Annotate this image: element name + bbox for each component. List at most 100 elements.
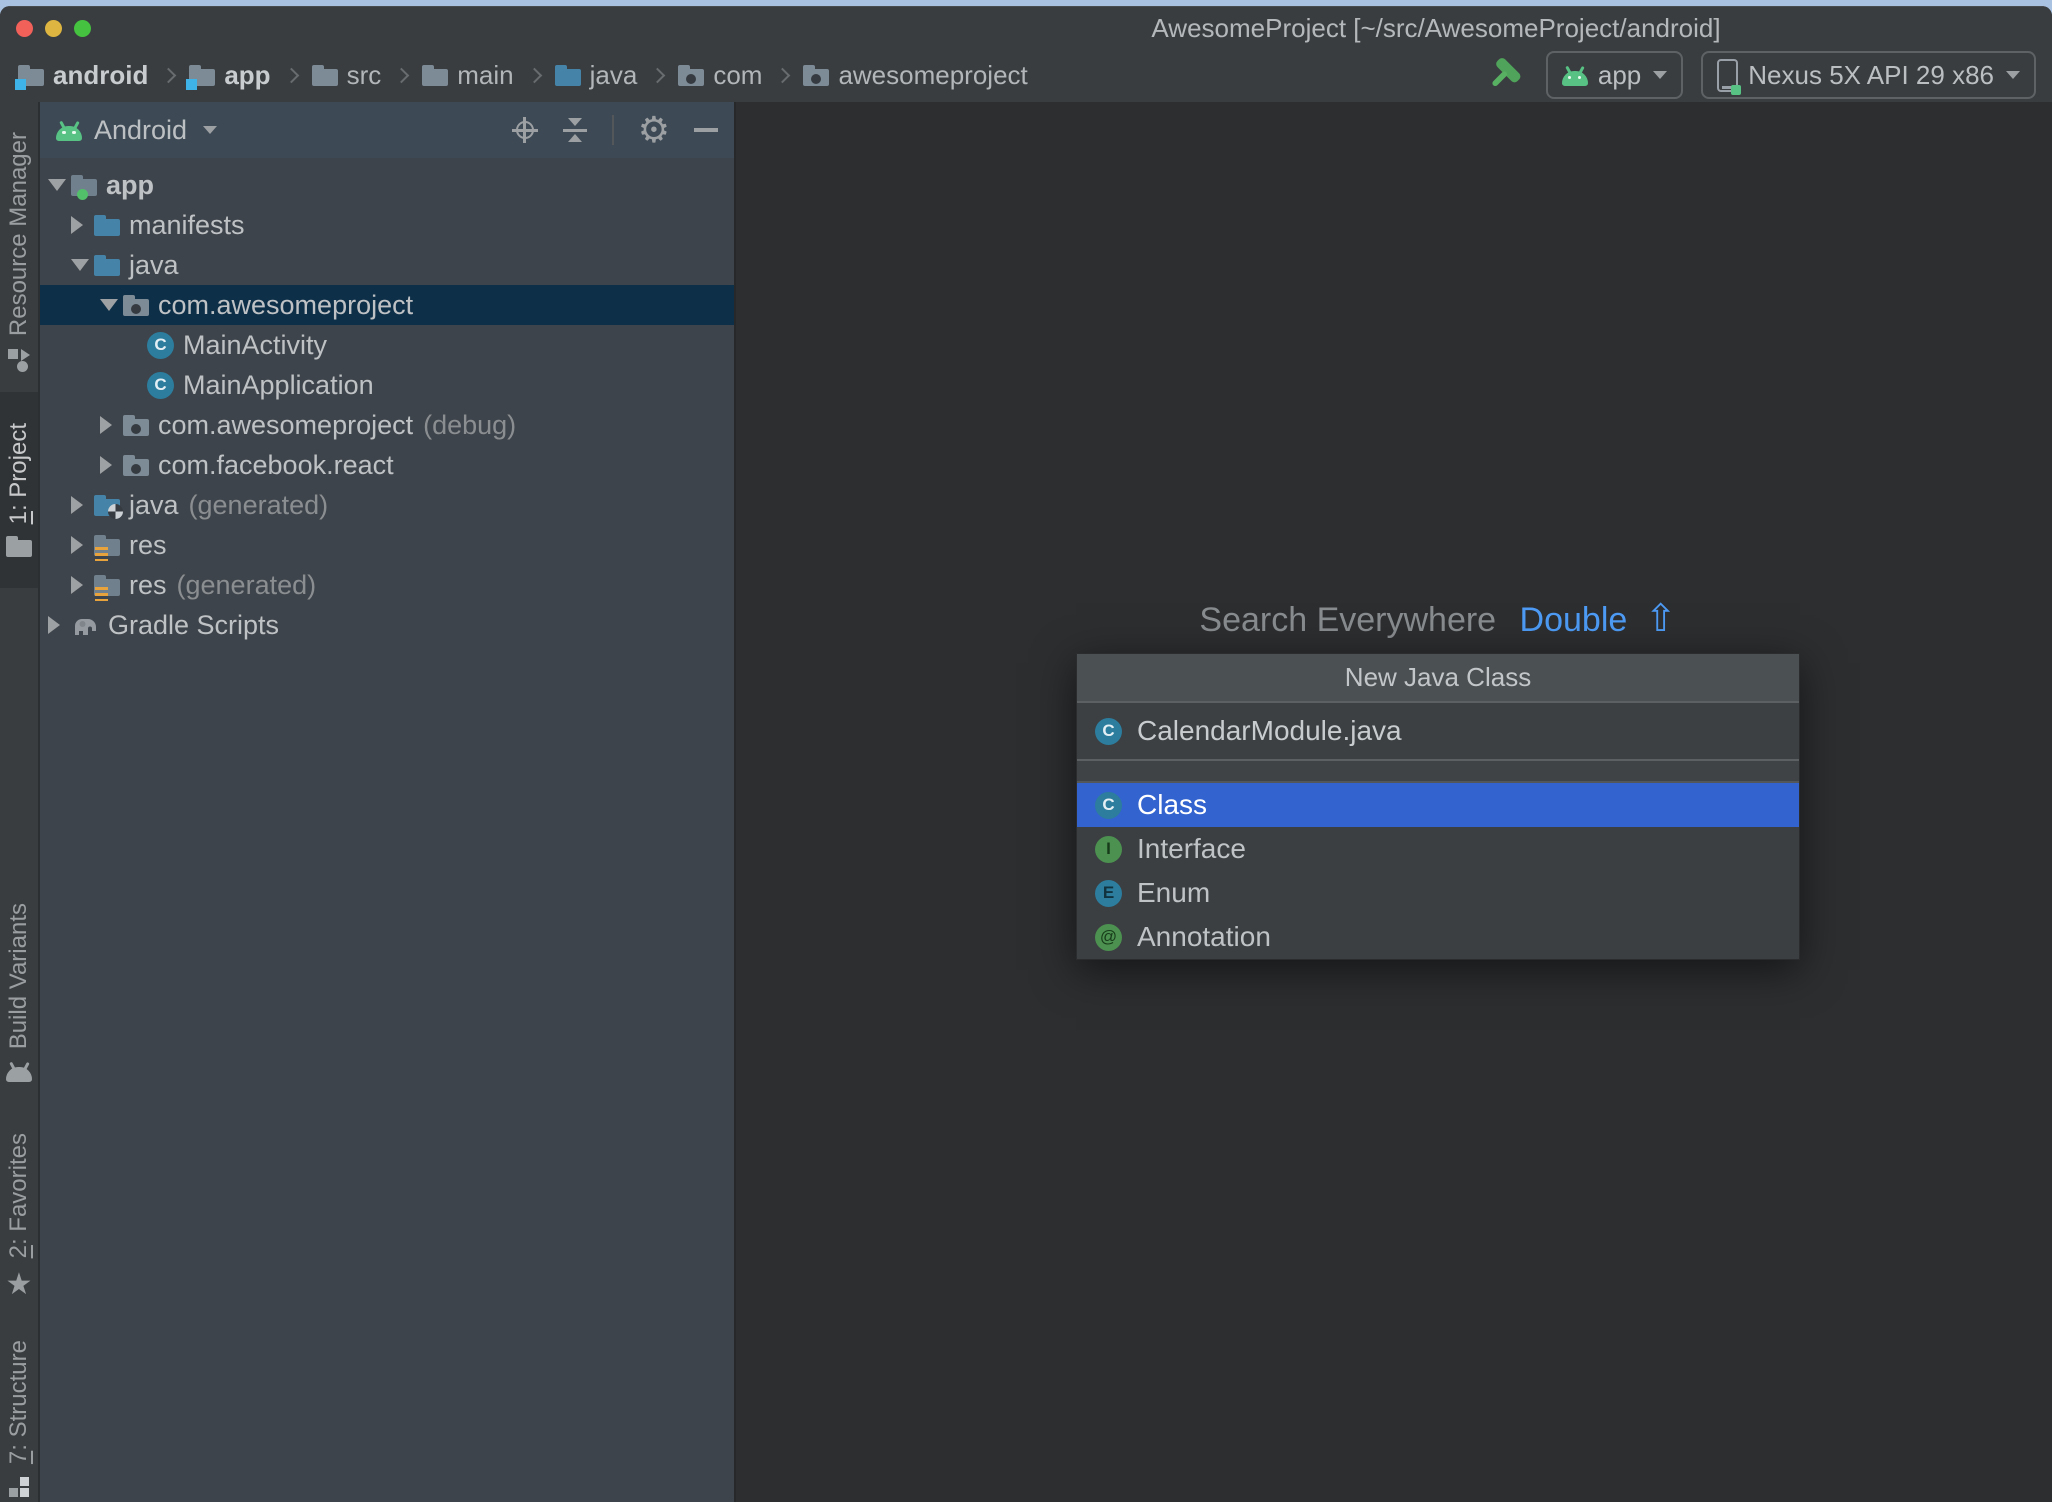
zoom-window-button[interactable]: [74, 19, 91, 37]
class-name-input[interactable]: CalendarModule.java: [1077, 703, 1799, 761]
device-label: Nexus 5X API 29 x86: [1748, 59, 1994, 90]
package-icon: [123, 454, 149, 476]
breadcrumb-item-src[interactable]: src: [311, 60, 381, 91]
search-everywhere-hint: Search Everywhere Double ⇧: [1076, 596, 1800, 641]
option-interface[interactable]: Interface: [1077, 827, 1799, 871]
generated-source-folder-icon: [94, 494, 123, 519]
chevron-expanded-icon[interactable]: [71, 253, 94, 277]
gear-icon[interactable]: ⚙: [638, 112, 670, 148]
tree-item-mainapplication[interactable]: MainApplication: [40, 365, 734, 405]
res-folder-icon: [94, 534, 120, 561]
tool-button-favorites[interactable]: 2: Favorites ★: [0, 1112, 38, 1300]
locate-file-icon[interactable]: [511, 117, 538, 143]
folder-icon: [94, 214, 120, 236]
chevron-collapsed-icon[interactable]: [71, 213, 94, 237]
tree-item-com-awesomeproject-debug[interactable]: com.awesomeproject (debug): [40, 405, 734, 445]
chevron-collapsed-icon[interactable]: [71, 573, 94, 597]
package-icon: [123, 414, 149, 436]
run-configuration-selector[interactable]: app: [1545, 51, 1684, 99]
breadcrumb-item-main[interactable]: main: [422, 60, 514, 91]
breadcrumb: android app src main java com awesomepro…: [0, 60, 1028, 91]
title-bar: AwesomeProject [~/src/AwesomeProject/and…: [0, 6, 2052, 49]
popup-divider: [1077, 761, 1799, 783]
hint-text: Search Everywhere: [1199, 601, 1497, 639]
new-java-class-popup: New Java Class CalendarModule.java Class…: [1076, 653, 1800, 960]
tool-button-structure[interactable]: 7: Structure: [0, 1324, 38, 1500]
folder-icon: [311, 64, 338, 86]
package-icon: [123, 294, 149, 316]
tree-item-com-facebook-react[interactable]: com.facebook.react: [40, 445, 734, 485]
java-class-icon: [147, 371, 174, 399]
interface-icon: [1095, 835, 1122, 863]
hide-panel-icon[interactable]: [694, 128, 718, 132]
option-class[interactable]: Class: [1077, 783, 1799, 827]
chevron-collapsed-icon[interactable]: [48, 613, 71, 637]
tree-item-com-awesomeproject[interactable]: com.awesomeproject: [40, 285, 734, 325]
option-enum[interactable]: Enum: [1077, 871, 1799, 915]
module-folder-icon: [71, 174, 97, 200]
android-robot-icon: [1561, 70, 1588, 86]
tree-item-mainactivity[interactable]: MainActivity: [40, 325, 734, 365]
run-toolbar: app Nexus 5X API 29 x86: [1488, 48, 2036, 102]
chevron-expanded-icon[interactable]: [48, 173, 71, 197]
tree-item-app[interactable]: app: [40, 165, 734, 205]
chevron-right-icon: [393, 67, 410, 83]
tree-item-res-generated[interactable]: res (generated): [40, 565, 734, 605]
breadcrumb-item-com[interactable]: com: [678, 60, 762, 91]
hint-shortcut: Double: [1519, 601, 1628, 639]
device-selector[interactable]: Nexus 5X API 29 x86: [1701, 51, 2036, 99]
window-controls: [16, 7, 91, 49]
tool-button-resource-manager[interactable]: Resource Manager: [0, 132, 38, 373]
java-class-icon: [147, 331, 174, 359]
chevron-collapsed-icon[interactable]: [71, 493, 94, 517]
navigation-toolbar: android app src main java com awesomepro…: [0, 48, 2052, 104]
chevron-expanded-icon[interactable]: [100, 293, 123, 317]
chevron-right-icon: [775, 67, 791, 83]
close-window-button[interactable]: [16, 19, 33, 37]
chevron-collapsed-icon[interactable]: [100, 413, 123, 437]
tree-item-java-generated[interactable]: java (generated): [40, 485, 734, 525]
option-annotation[interactable]: Annotation: [1077, 915, 1799, 959]
tree-item-res[interactable]: res: [40, 525, 734, 565]
tool-window-strip: Resource Manager 1: Project Build Varian…: [0, 102, 40, 1502]
chevron-right-icon: [526, 67, 542, 83]
resource-manager-icon: [7, 348, 31, 373]
tool-button-project[interactable]: 1: Project: [0, 392, 38, 588]
android-head-icon: [6, 1067, 32, 1082]
breadcrumb-item-awesomeproject[interactable]: awesomeproject: [803, 60, 1028, 91]
folder-icon: [94, 254, 120, 276]
tree-item-gradle-scripts[interactable]: Gradle Scripts: [40, 605, 734, 645]
device-phone-icon: [1717, 58, 1742, 95]
breadcrumb-item-app[interactable]: app: [186, 60, 271, 91]
project-view-selector[interactable]: Android: [94, 115, 187, 146]
breadcrumb-item-java[interactable]: java: [554, 60, 637, 91]
collapse-all-icon[interactable]: [562, 116, 588, 144]
breadcrumb-item-android[interactable]: android: [15, 60, 148, 91]
package-icon: [678, 64, 705, 86]
res-folder-icon: [94, 574, 120, 601]
toolbar-separator: [611, 115, 614, 145]
folder-icon: [422, 64, 449, 86]
chevron-collapsed-icon[interactable]: [71, 533, 94, 557]
enum-icon: [1095, 879, 1122, 907]
chevron-right-icon: [161, 67, 177, 83]
window-title: AwesomeProject [~/src/AwesomeProject/and…: [1151, 12, 1721, 43]
tool-button-build-variants[interactable]: Build Variants: [0, 874, 38, 1082]
tree-item-java[interactable]: java: [40, 245, 734, 285]
build-hammer-icon[interactable]: [1488, 55, 1528, 95]
chevron-collapsed-icon[interactable]: [100, 453, 123, 477]
minimize-window-button[interactable]: [45, 19, 62, 37]
class-icon: [1095, 791, 1122, 819]
gradle-elephant-icon: [75, 618, 96, 635]
editor-area: Search Everywhere Double ⇧ New Java Clas…: [736, 102, 2052, 1502]
android-robot-icon: [56, 125, 82, 141]
project-panel-header: Android ⚙: [40, 102, 734, 158]
ide-window: AwesomeProject [~/src/AwesomeProject/and…: [0, 6, 2052, 1502]
run-configuration-label: app: [1597, 59, 1642, 90]
star-icon: ★: [5, 1268, 33, 1301]
tree-item-manifests[interactable]: manifests: [40, 205, 734, 245]
chevron-down-icon: [1653, 71, 1668, 79]
project-tool-window: Android ⚙ app manifests java com.awesome…: [40, 102, 736, 1502]
chevron-right-icon: [650, 67, 666, 83]
chevron-down-icon[interactable]: [203, 126, 218, 134]
